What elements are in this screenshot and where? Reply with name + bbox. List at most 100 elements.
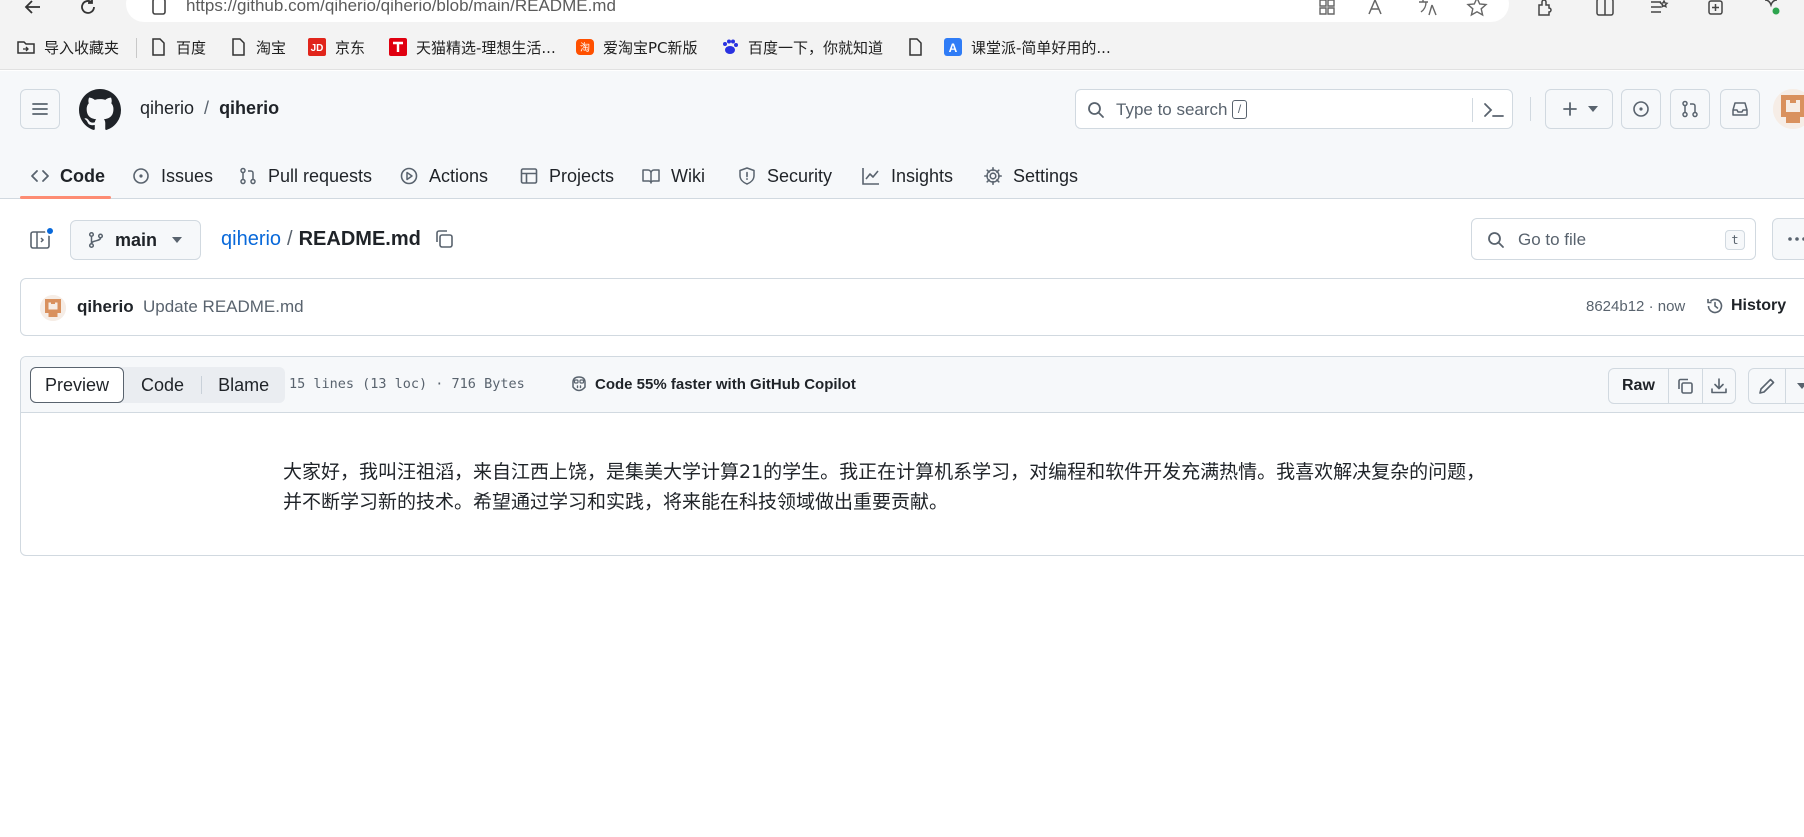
tab-projects[interactable]: Projects <box>519 153 614 199</box>
browser-essentials-icon[interactable] <box>1760 0 1782 18</box>
tab-wiki[interactable]: Wiki <box>641 153 705 199</box>
copilot-icon <box>569 374 589 394</box>
bookmark-label: 京东 <box>335 38 366 57</box>
repo-link[interactable]: qiherio <box>219 98 279 118</box>
commit-author-avatar[interactable] <box>40 295 66 321</box>
raw-button[interactable]: Raw <box>1609 369 1668 403</box>
baidu-paw-icon <box>720 37 740 57</box>
context-separator: / <box>204 98 210 118</box>
edit-file-button[interactable] <box>1749 369 1785 403</box>
tab-label: Security <box>767 165 833 186</box>
download-button[interactable] <box>1701 369 1735 403</box>
table-icon <box>519 166 539 186</box>
read-aloud-icon[interactable] <box>1366 0 1388 18</box>
more-options-button[interactable] <box>1772 218 1804 260</box>
tab-insights[interactable]: Insights <box>861 153 953 199</box>
tab-settings[interactable]: Settings <box>983 153 1078 199</box>
app-grid-icon[interactable] <box>1316 0 1338 18</box>
command-palette-icon[interactable] <box>1482 100 1506 120</box>
file-stats: 15 lines (13 loc) · 716 Bytes <box>289 376 525 392</box>
go-to-file-placeholder: Go to file <box>1518 230 1587 249</box>
file-viewer-header: Preview Code Blame 15 lines (13 loc) · 7… <box>21 357 1804 413</box>
search-placeholder: Type to search <box>1116 100 1228 119</box>
global-search-input[interactable]: Type to search / <box>1075 89 1513 129</box>
search-icon <box>1086 100 1106 120</box>
inbox-button[interactable] <box>1720 89 1760 129</box>
breadcrumb-repo-link[interactable]: qiherio <box>221 228 281 250</box>
create-new-button[interactable] <box>1545 89 1613 129</box>
tab-issues[interactable]: Issues <box>131 153 213 199</box>
bookmark-import-favorites[interactable]: 导入收藏夹 <box>16 36 119 58</box>
bookmark-jd[interactable]: JD 京东 <box>307 36 365 58</box>
bookmark-label: 导入收藏夹 <box>44 38 120 57</box>
favorite-star-icon[interactable] <box>1466 0 1488 18</box>
favorites-list-icon[interactable] <box>1648 0 1670 18</box>
user-avatar[interactable] <box>1773 89 1804 129</box>
file-viewer: Preview Code Blame 15 lines (13 loc) · 7… <box>20 356 1804 556</box>
commit-sha-and-time[interactable]: 8624b12 · now <box>1586 298 1685 315</box>
branch-name: main <box>115 229 158 250</box>
gear-icon <box>983 166 1003 186</box>
back-arrow-icon[interactable] <box>22 0 44 18</box>
bookmark-label: 爱淘宝PC新版 <box>603 38 698 57</box>
tab-actions[interactable]: Actions <box>399 153 488 199</box>
tab-blame[interactable]: Blame <box>202 367 285 403</box>
extensions-icon[interactable] <box>1534 0 1556 18</box>
readme-content: 大家好，我叫汪祖滔，来自江西上饶，是集美大学计算21的学生。我正在计算机系学习，… <box>283 457 1573 517</box>
bookmark-label: 淘宝 <box>256 38 287 57</box>
bookmark-label: 课堂派-简单好用的... <box>971 38 1111 57</box>
bookmark-aitaobao[interactable]: 淘 爱淘宝PC新版 <box>575 36 698 58</box>
page-info-icon[interactable] <box>148 0 170 18</box>
inbox-icon <box>1730 99 1750 119</box>
tab-label: Settings <box>1013 165 1079 186</box>
git-pull-request-icon <box>238 166 258 186</box>
collections-icon[interactable] <box>1704 0 1726 18</box>
view-mode-switcher: Preview Code Blame <box>30 367 286 403</box>
git-pull-request-icon <box>1680 99 1700 119</box>
branch-selector[interactable]: main <box>70 220 201 260</box>
copy-raw-button[interactable] <box>1667 369 1702 403</box>
split-screen-icon[interactable] <box>1594 0 1616 18</box>
import-folder-icon <box>16 37 36 57</box>
tab-preview[interactable]: Preview <box>30 367 125 403</box>
breadcrumb-separator: / <box>287 228 293 250</box>
bookmark-label: 百度一下，你就知道 <box>748 38 884 57</box>
bookmark-baidu-search[interactable]: 百度一下，你就知道 <box>720 36 883 58</box>
repo-navigation: Code Issues Pull requests Actions Projec… <box>0 153 1804 199</box>
breadcrumb: qiherio / README.md <box>221 228 421 251</box>
pull-requests-button[interactable] <box>1670 89 1710 129</box>
reload-icon[interactable] <box>77 0 99 18</box>
commit-message[interactable]: Update README.md <box>143 297 304 317</box>
tab-code-view[interactable]: Code <box>124 367 201 403</box>
ketangpai-logo-icon: A <box>943 37 963 57</box>
tab-label: Pull requests <box>268 165 373 186</box>
repo-context: qiherio / qiherio <box>140 98 279 119</box>
plus-icon <box>1560 99 1580 119</box>
bookmark-tmall[interactable]: 天猫精选-理想生活... <box>388 36 556 58</box>
bookmark-label: 百度 <box>176 38 207 57</box>
bookmark-baidu[interactable]: 百度 <box>148 36 206 58</box>
go-to-file-input[interactable]: Go to file t <box>1471 218 1756 260</box>
bookmark-ketangpai[interactable]: A 课堂派-简单好用的... <box>943 36 1111 58</box>
tab-label: Insights <box>891 165 954 186</box>
edit-options-dropdown[interactable] <box>1785 369 1804 403</box>
tab-label: Actions <box>429 165 489 186</box>
tab-pull-requests[interactable]: Pull requests <box>238 153 372 199</box>
bookmark-untitled[interactable] <box>905 36 933 58</box>
bookmark-taobao[interactable]: 淘宝 <box>228 36 286 58</box>
github-logo-icon[interactable] <box>79 89 121 131</box>
copy-path-icon[interactable] <box>433 228 455 250</box>
owner-link[interactable]: qiherio <box>140 98 194 118</box>
global-menu-button[interactable] <box>20 89 60 129</box>
url-text[interactable]: https://github.com/qiherio/qiherio/blob/… <box>186 0 616 16</box>
tab-code[interactable]: Code <box>30 153 105 199</box>
history-button[interactable]: History <box>1705 296 1786 316</box>
tab-security[interactable]: Security <box>737 153 832 199</box>
commit-author[interactable]: qiherio <box>77 297 134 317</box>
play-icon <box>399 166 419 186</box>
translate-icon[interactable] <box>1416 0 1438 18</box>
jd-logo-icon: JD <box>307 37 327 57</box>
copilot-promo-text: Code 55% faster with GitHub Copilot <box>595 375 856 393</box>
copilot-promo-link[interactable]: Code 55% faster with GitHub Copilot <box>569 374 856 394</box>
issues-button[interactable] <box>1621 89 1661 129</box>
